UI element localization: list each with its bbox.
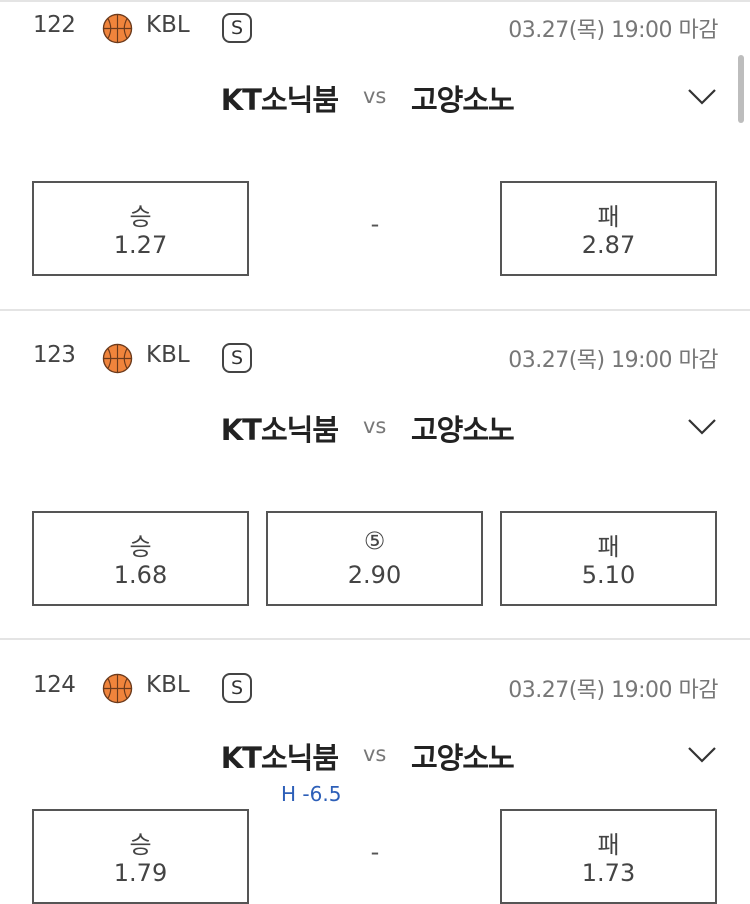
odds-label: 패: [597, 203, 620, 231]
odds-value: 2.87: [581, 231, 636, 259]
odds-lose-button[interactable]: 패 5.10: [500, 511, 717, 606]
game-number: 122: [33, 12, 76, 38]
odds-win-button[interactable]: 승 1.79: [32, 809, 249, 904]
game-number: 123: [33, 342, 76, 368]
odds-label: ⑤: [363, 527, 386, 555]
card-divider: [0, 638, 750, 640]
chevron-down-icon[interactable]: [687, 418, 717, 436]
odds-value: 1.79: [113, 859, 168, 887]
odds-value: 1.68: [113, 561, 168, 589]
card-divider: [0, 309, 750, 311]
odds-win-button[interactable]: 승 1.27: [32, 181, 249, 276]
away-team: 고양소노: [411, 83, 515, 117]
vs-label: vs: [363, 414, 387, 438]
chevron-down-icon[interactable]: [687, 746, 717, 764]
home-team: KT소닉붐: [220, 83, 339, 117]
odds-value: 5.10: [581, 561, 636, 589]
odds-lose-button[interactable]: 패 2.87: [500, 181, 717, 276]
odds-draw-unavailable: -: [370, 210, 380, 238]
odds-value: 1.27: [113, 231, 168, 259]
odds-label: 승: [129, 533, 152, 561]
odds-label: 패: [597, 831, 620, 859]
away-team: 고양소노: [411, 413, 515, 447]
deadline-time: 03.27(목) 19:00 마감: [508, 18, 718, 43]
league-name: KBL: [146, 12, 190, 38]
vs-label: vs: [363, 742, 387, 766]
home-team: KT소닉붐: [220, 413, 339, 447]
s-badge: S: [222, 673, 252, 703]
basketball-icon: [102, 673, 133, 704]
odds-value: 2.90: [347, 561, 402, 589]
scrollbar[interactable]: [738, 55, 744, 123]
league-name: KBL: [146, 342, 190, 368]
odds-label: 승: [129, 203, 152, 231]
deadline-time: 03.27(목) 19:00 마감: [508, 678, 718, 703]
s-badge: S: [222, 343, 252, 373]
odds-draw-unavailable: -: [370, 838, 380, 866]
handicap-label: H -6.5: [281, 782, 342, 806]
basketball-icon: [102, 13, 133, 44]
odds-win-button[interactable]: 승 1.68: [32, 511, 249, 606]
odds-label: 승: [129, 831, 152, 859]
away-team: 고양소노: [411, 741, 515, 775]
chevron-down-icon[interactable]: [687, 88, 717, 106]
s-badge: S: [222, 13, 252, 43]
vs-label: vs: [363, 84, 387, 108]
odds-label: 패: [597, 533, 620, 561]
deadline-time: 03.27(목) 19:00 마감: [508, 348, 718, 373]
odds-value: 1.73: [581, 859, 636, 887]
basketball-icon: [102, 343, 133, 374]
game-list: 122 KBL S 03.27(목) 19:00 마감 KT소닉붐 vs 고양소…: [0, 0, 750, 904]
home-team: KT소닉붐: [220, 741, 339, 775]
league-name: KBL: [146, 672, 190, 698]
top-divider: [0, 0, 750, 2]
odds-lose-button[interactable]: 패 1.73: [500, 809, 717, 904]
game-number: 124: [33, 672, 76, 698]
odds-draw-button[interactable]: ⑤ 2.90: [266, 511, 483, 606]
